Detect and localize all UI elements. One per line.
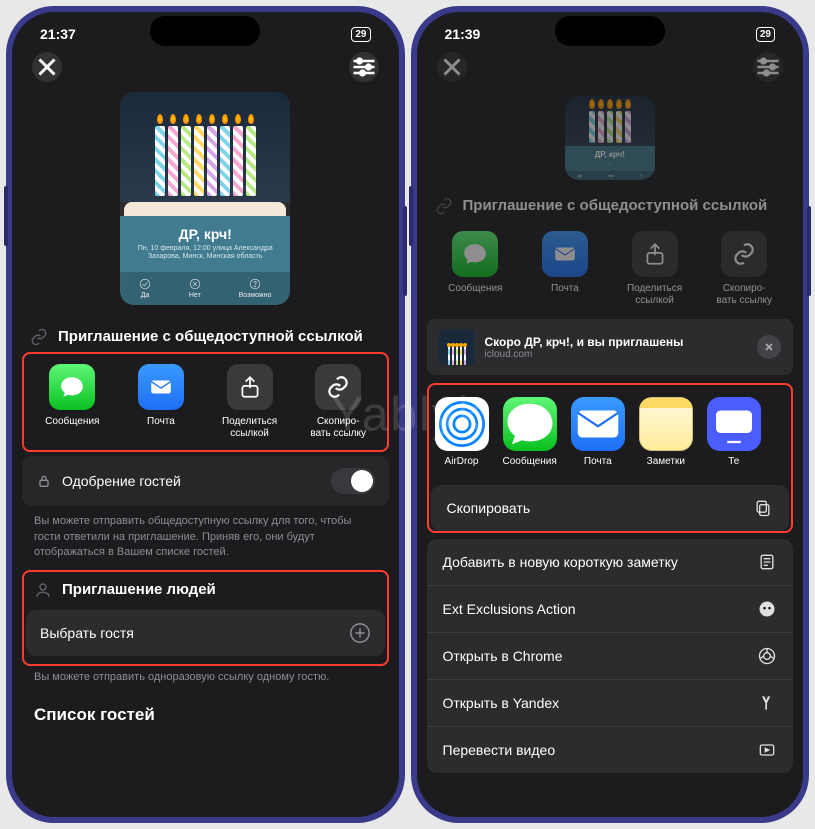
- action-quick-note[interactable]: Добавить в новую короткую заметку: [427, 539, 794, 586]
- lock-icon: [36, 473, 52, 489]
- status-time: 21:39: [445, 26, 481, 42]
- phone-right: 21:39 29 ДР, крч!— ДаНет? Пригл: [411, 6, 810, 823]
- chrome-icon: [757, 646, 777, 666]
- translate-icon: [757, 740, 777, 760]
- invite-link-title: Приглашение с общедоступной ссылкой: [463, 196, 768, 216]
- share-link-button[interactable]: Поделиться ссылкой: [610, 231, 700, 307]
- close-button[interactable]: [437, 52, 467, 82]
- share-options-row: Сообщения Почта Поделиться ссылкой Скопи…: [427, 221, 794, 317]
- action-ext-exclusions[interactable]: Ext Exclusions Action: [427, 586, 794, 633]
- event-subtitle: Пн, 10 февраля, 12:00 улица Александра З…: [128, 245, 282, 262]
- battery-icon: 29: [756, 27, 775, 42]
- event-preview[interactable]: ДР, крч! Пн, 10 февраля, 12:00 улица Але…: [120, 92, 290, 305]
- topbar: [22, 46, 389, 92]
- share-thumbnail: [439, 329, 475, 365]
- share-options-row: Сообщения Почта Поделиться ссылкой Скопи…: [22, 352, 389, 452]
- action-translate-video[interactable]: Перевести видео: [427, 727, 794, 773]
- topbar: [427, 46, 794, 92]
- status-right: 29: [341, 27, 370, 42]
- event-preview-small: ДР, крч!— ДаНет?: [565, 96, 655, 180]
- battery-icon: 29: [351, 27, 370, 42]
- screen-left: 21:37 29 ДР, крч! Пн, 10 февраля, 12:00 …: [12, 12, 399, 817]
- status-right: 29: [746, 27, 775, 42]
- copy-link-button[interactable]: Скопиро- вать ссылку: [294, 364, 383, 440]
- screen-right: 21:39 29 ДР, крч!— ДаНет? Пригл: [417, 12, 804, 817]
- status-time: 21:37: [40, 26, 76, 42]
- select-guest-hint: Вы можете отправить одноразовую ссылку о…: [22, 666, 389, 695]
- copy-link-button[interactable]: Скопиро- вать ссылку: [699, 231, 789, 307]
- link-icon: [30, 328, 48, 346]
- invite-link-header: Приглашение с общедоступной ссылкой: [22, 321, 389, 353]
- sheet-mail[interactable]: Почта: [571, 397, 625, 467]
- copy-icon: [753, 498, 773, 518]
- share-mail[interactable]: Почта: [117, 364, 206, 440]
- sheet-airdrop[interactable]: AirDrop: [435, 397, 489, 467]
- guest-list-title: Список гостей: [22, 695, 389, 725]
- invite-people-header: Приглашение людей: [26, 574, 385, 606]
- dynamic-island: [555, 16, 665, 46]
- approval-label: Одобрение гостей: [62, 473, 181, 489]
- yandex-icon: [757, 693, 777, 713]
- share-title: Скоро ДР, крч!, и вы приглашены: [485, 335, 748, 349]
- action-copy[interactable]: Скопировать: [431, 485, 790, 531]
- plus-circle-icon: [349, 622, 371, 644]
- invite-people-title: Приглашение людей: [62, 580, 216, 600]
- sheet-notes[interactable]: Заметки: [639, 397, 693, 467]
- close-share-button[interactable]: [757, 335, 781, 359]
- share-subtitle: icloud.com: [485, 349, 748, 360]
- select-guest-button[interactable]: Выбрать гостя: [26, 610, 385, 656]
- settings-icon[interactable]: [753, 52, 783, 82]
- share-mail[interactable]: Почта: [520, 231, 610, 307]
- dynamic-island: [150, 16, 260, 46]
- link-icon: [435, 197, 453, 215]
- event-title: ДР, крч!: [128, 226, 282, 242]
- invite-link-title: Приглашение с общедоступной ссылкой: [58, 327, 363, 347]
- approval-toggle[interactable]: [331, 468, 375, 494]
- close-button[interactable]: [32, 52, 62, 82]
- rsvp-bar: Да Нет Возможно: [120, 272, 290, 305]
- action-open-chrome[interactable]: Открыть в Chrome: [427, 633, 794, 680]
- share-messages[interactable]: Сообщения: [28, 364, 117, 440]
- share-link-button[interactable]: Поделиться ссылкой: [205, 364, 294, 440]
- settings-icon[interactable]: [349, 52, 379, 82]
- note-icon: [757, 552, 777, 572]
- share-sheet-header: Скоро ДР, крч!, и вы приглашены icloud.c…: [427, 319, 794, 375]
- person-icon: [34, 581, 52, 599]
- action-open-yandex[interactable]: Открыть в Yandex: [427, 680, 794, 727]
- candles-image: [120, 92, 290, 202]
- approval-hint: Вы можете отправить общедоступную ссылку…: [22, 510, 389, 570]
- phone-left: 21:37 29 ДР, крч! Пн, 10 февраля, 12:00 …: [6, 6, 405, 823]
- share-apps-row: AirDrop Сообщения Почта Заметки Те: [431, 385, 790, 479]
- sheet-tv[interactable]: Те: [707, 397, 761, 467]
- invite-link-header: Приглашение с общедоступной ссылкой: [427, 190, 794, 222]
- share-messages[interactable]: Сообщения: [431, 231, 521, 307]
- extension-icon: [757, 599, 777, 619]
- guest-approval-row[interactable]: Одобрение гостей: [22, 456, 389, 506]
- sheet-messages[interactable]: Сообщения: [503, 397, 557, 467]
